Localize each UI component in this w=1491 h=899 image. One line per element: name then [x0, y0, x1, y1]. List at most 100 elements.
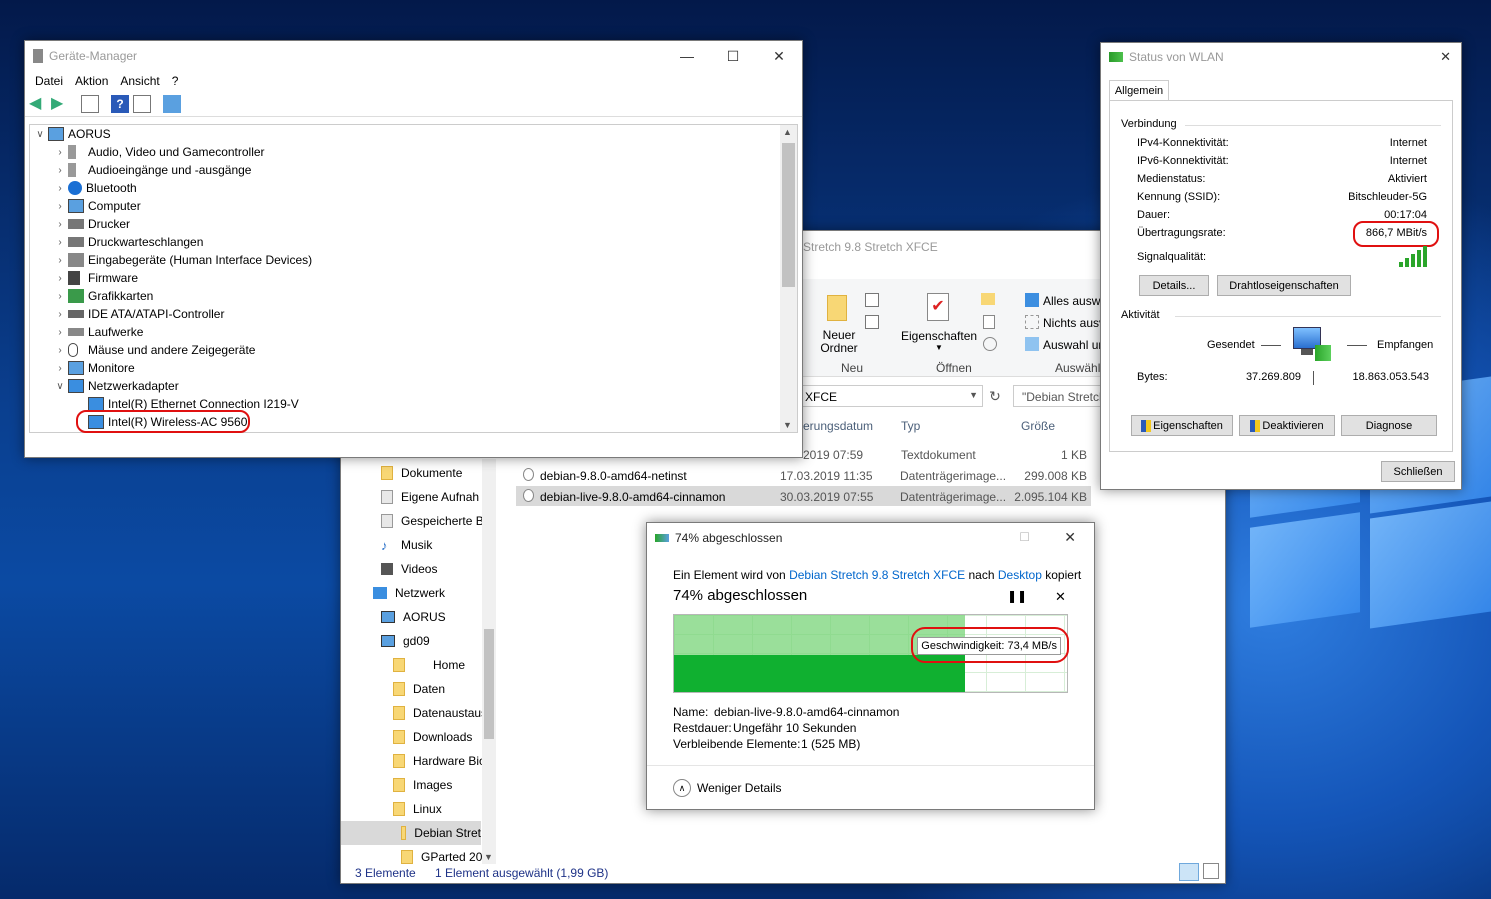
nav-scrollbar[interactable]: ▼	[482, 459, 496, 864]
close-icon[interactable]: ✕	[756, 41, 802, 71]
table-row[interactable]: debian-9.8.0-amd64-netinst 17.03.2019 11…	[516, 465, 1091, 485]
tab-allgemein[interactable]: Allgemein	[1109, 80, 1169, 101]
nav-item[interactable]: Netzwerk	[373, 581, 445, 605]
details-view-icon[interactable]	[1179, 863, 1199, 881]
refresh-icon[interactable]: ↻	[985, 385, 1005, 407]
select-all-icon[interactable]	[1025, 293, 1039, 307]
new-folder-button[interactable]: Neuer Ordner	[819, 329, 859, 355]
nav-item[interactable]: Hardware Bio	[393, 749, 486, 773]
properties-button[interactable]: Eigenschaften	[1131, 415, 1233, 436]
select-none-button[interactable]: Nichts ausv	[1043, 316, 1105, 330]
title-bar[interactable]: Status von WLAN ✕	[1101, 43, 1461, 71]
forward-icon[interactable]: ▶	[51, 95, 69, 113]
nav-item[interactable]: Images	[393, 773, 452, 797]
nav-item[interactable]: Dokumente	[381, 461, 462, 485]
chevron-right-icon[interactable]: ›	[52, 165, 68, 176]
history-icon[interactable]	[983, 337, 997, 351]
chevron-right-icon[interactable]: ›	[52, 327, 68, 338]
invert-selection-icon[interactable]	[1025, 337, 1039, 351]
new-item-icon[interactable]	[865, 293, 879, 307]
select-none-icon[interactable]	[1025, 315, 1039, 329]
pause-icon[interactable]: ❚❚	[1007, 589, 1027, 603]
scroll-thumb[interactable]	[782, 143, 795, 287]
nav-item[interactable]: Eigene Aufnah	[381, 485, 479, 509]
column-type[interactable]: Typ	[901, 419, 920, 433]
title-bar[interactable]: 74% abgeschlossen ☐ ✕	[647, 523, 1094, 553]
chevron-down-icon[interactable]: ∨	[52, 381, 68, 392]
nav-item[interactable]: Gespeicherte B	[381, 509, 484, 533]
nav-item[interactable]: gd09	[381, 629, 430, 653]
tree-category[interactable]: › Druckwarteschlangen	[30, 233, 797, 251]
chevron-right-icon[interactable]: ›	[52, 183, 68, 194]
address-bar[interactable]: XFCE ▼	[801, 385, 983, 407]
chevron-down-icon[interactable]: ▼	[484, 852, 493, 862]
chevron-right-icon[interactable]: ›	[52, 363, 68, 374]
tree-category[interactable]: › Monitore	[30, 359, 797, 377]
tree-root[interactable]: ∨ AORUS	[30, 125, 797, 143]
menu-help[interactable]: ?	[166, 74, 185, 88]
tree-category[interactable]: › Firmware	[30, 269, 797, 287]
invert-selection-button[interactable]: Auswahl ur	[1043, 338, 1102, 352]
properties-check-icon[interactable]: ✔	[927, 293, 949, 321]
chevron-up-icon[interactable]: ▲	[783, 127, 792, 137]
close-button[interactable]: Schließen	[1381, 461, 1455, 482]
nav-item[interactable]: AORUS	[381, 605, 446, 629]
source-link[interactable]: Debian Stretch 9.8 Stretch XFCE	[789, 568, 965, 582]
menu-aktion[interactable]: Aktion	[69, 74, 114, 88]
tree-category[interactable]: ∨ Netzwerkadapter	[30, 377, 797, 395]
chevron-right-icon[interactable]: ›	[52, 345, 68, 356]
table-row[interactable]: debian-live-9.8.0-amd64-cinnamon 30.03.2…	[516, 486, 1091, 506]
tree-category[interactable]: › Grafikkarten	[30, 287, 797, 305]
chevron-right-icon[interactable]: ›	[52, 219, 68, 230]
chevron-right-icon[interactable]: ›	[52, 201, 68, 212]
disable-button[interactable]: Deaktivieren	[1239, 415, 1335, 436]
diagnose-button[interactable]: Diagnose	[1341, 415, 1437, 436]
cancel-icon[interactable]: ✕	[1055, 589, 1066, 605]
tree-category[interactable]: › Audioeingänge und -ausgänge	[30, 161, 797, 179]
nav-item[interactable]: Downloads	[393, 725, 472, 749]
open-icon[interactable]	[981, 293, 995, 305]
tree-category[interactable]: › IDE ATA/ATAPI-Controller	[30, 305, 797, 323]
tree-category[interactable]: › Mäuse und andere Zeigegeräte	[30, 341, 797, 359]
view-icon[interactable]	[81, 94, 99, 113]
chevron-down-icon[interactable]: ▼	[969, 390, 978, 400]
column-date[interactable]: erungsdatum	[803, 419, 873, 433]
nav-item[interactable]: Home	[393, 653, 465, 677]
column-size[interactable]: Größe	[1021, 419, 1055, 433]
easy-access-icon[interactable]	[865, 315, 879, 329]
nav-item[interactable]: ♪ Musik	[381, 533, 432, 557]
nav-item[interactable]: Linux	[393, 797, 442, 821]
search-input[interactable]: "Debian Stretch	[1013, 385, 1103, 407]
chevron-down-icon[interactable]: ▼	[783, 420, 792, 430]
nav-item[interactable]: GParted 201	[401, 845, 489, 864]
scan-hardware-icon[interactable]	[163, 94, 181, 113]
less-details-button[interactable]: ∧ Weniger Details	[673, 779, 781, 797]
chevron-right-icon[interactable]: ›	[52, 309, 68, 320]
vertical-scrollbar[interactable]: ▲ ▼	[780, 125, 797, 432]
nav-item[interactable]: Videos	[381, 557, 437, 581]
chevron-down-icon[interactable]: ∨	[32, 129, 48, 140]
menu-datei[interactable]: Datei	[29, 74, 69, 88]
destination-link[interactable]: Desktop	[998, 568, 1042, 582]
tree-category[interactable]: › Audio, Video und Gamecontroller	[30, 143, 797, 161]
new-folder-icon[interactable]	[827, 295, 847, 321]
back-icon[interactable]: ◀	[29, 95, 47, 113]
nav-item[interactable]: Daten	[393, 677, 445, 701]
nav-item-selected[interactable]: Debian Stret	[341, 821, 481, 845]
close-icon[interactable]: ✕	[1064, 529, 1076, 546]
wireless-properties-button[interactable]: Drahtloseigenschaften	[1217, 275, 1351, 296]
minimize-icon[interactable]: —	[664, 41, 710, 71]
close-icon[interactable]: ✕	[1440, 49, 1451, 65]
title-bar[interactable]: Geräte-Manager — ☐ ✕	[25, 41, 802, 71]
maximize-icon[interactable]: ☐	[710, 41, 756, 71]
tree-category[interactable]: › Drucker	[30, 215, 797, 233]
tiles-view-icon[interactable]	[1203, 863, 1219, 879]
help-icon[interactable]: ?	[111, 94, 129, 113]
details-button[interactable]: Details...	[1139, 275, 1209, 296]
edit-icon[interactable]	[983, 315, 995, 329]
chevron-right-icon[interactable]: ›	[52, 273, 68, 284]
chevron-right-icon[interactable]: ›	[52, 237, 68, 248]
tree-category[interactable]: › Bluetooth	[30, 179, 797, 197]
tree-category[interactable]: › Laufwerke	[30, 323, 797, 341]
properties-button[interactable]: Eigenschaften	[901, 329, 977, 343]
